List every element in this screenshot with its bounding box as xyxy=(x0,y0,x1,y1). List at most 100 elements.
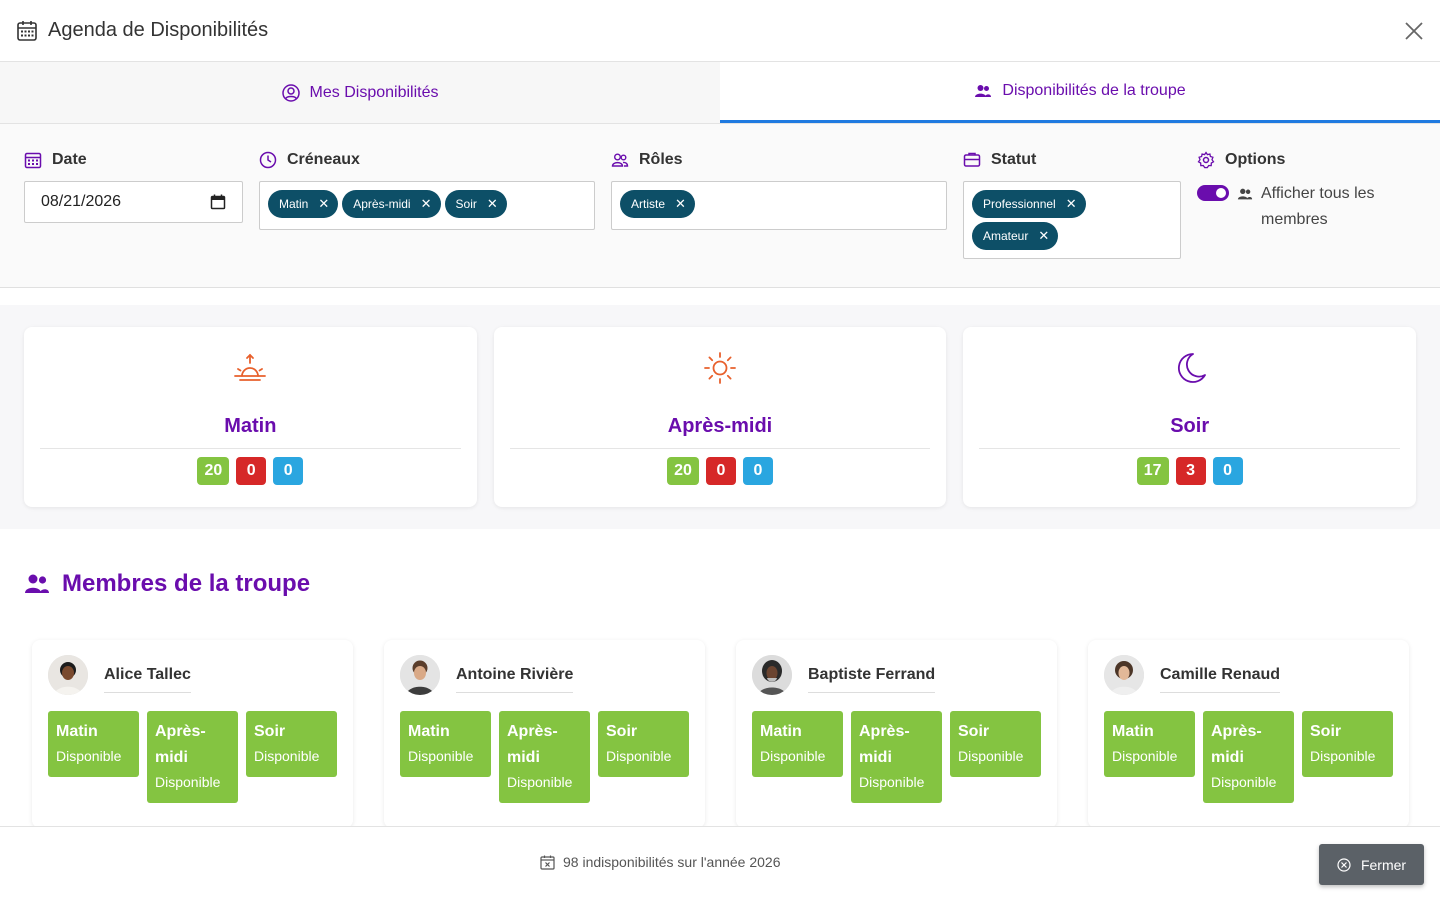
summary-slot-name: Soir xyxy=(1170,415,1210,437)
fermer-button[interactable]: Fermer xyxy=(1319,844,1424,885)
close-circle-icon xyxy=(1337,857,1351,872)
clock-icon xyxy=(259,151,277,169)
slot-apres-midi: Après-midi Disponible xyxy=(1203,711,1294,803)
summary-slot-name: Après-midi xyxy=(667,415,773,437)
unavailable-count-badge: 0 xyxy=(236,457,267,485)
slot-soir: Soir Disponible xyxy=(598,711,689,777)
member-card: Antoine Rivière Matin Disponible Après-mi… xyxy=(384,640,705,828)
users-icon xyxy=(975,85,992,97)
avatar xyxy=(400,655,440,695)
unavailable-count-badge: 0 xyxy=(705,457,736,485)
modal-header: Agenda de Disponibilités xyxy=(0,0,1440,62)
other-count-badge: 0 xyxy=(273,457,304,485)
slot-soir: Soir Disponible xyxy=(950,711,1041,777)
sun-icon xyxy=(701,349,739,387)
slot-matin: Matin Disponible xyxy=(400,711,491,777)
chip-apres-midi: Après-midi ✕ xyxy=(342,190,441,218)
slot-apres-midi: Après-midi Disponible xyxy=(851,711,942,803)
toggle-label: Afficher tous les membres xyxy=(1261,185,1375,228)
calendar-icon xyxy=(16,20,38,42)
summary-badges: 17 3 0 xyxy=(1136,457,1243,485)
available-count-badge: 20 xyxy=(197,457,230,485)
remove-chip-icon[interactable]: ✕ xyxy=(421,196,432,212)
remove-chip-icon[interactable]: ✕ xyxy=(675,196,686,212)
avatar xyxy=(752,655,792,695)
member-name: Camille Renaud xyxy=(1160,666,1281,693)
remove-chip-icon[interactable]: ✕ xyxy=(1066,196,1077,212)
slot-apres-midi: Après-midi Disponible xyxy=(147,711,238,803)
member-card: Camille Renaud Matin Disponible Après-mid… xyxy=(1088,640,1409,828)
summary-badges: 20 0 0 xyxy=(667,457,773,485)
filter-statut: Statut Professionnel ✕ Amateur ✕ xyxy=(963,148,1181,287)
filter-label: Statut xyxy=(963,148,1181,172)
available-count-badge: 17 xyxy=(1136,457,1169,485)
roles-multiselect[interactable]: Artiste ✕ xyxy=(611,181,947,230)
id-card-icon xyxy=(963,152,981,167)
tab-bar: Mes Disponibilités Disponibilités de la … xyxy=(0,62,1440,124)
filter-date: Date 08/21/2026 xyxy=(24,148,243,287)
summary-section: Matin 20 0 0 Après-midi 20 0 0 Soir 17 3… xyxy=(0,305,1440,529)
tab-mes-disponibilites[interactable]: Mes Disponibilités xyxy=(0,62,720,123)
users-outline-icon xyxy=(611,153,629,167)
member-name: Baptiste Ferrand xyxy=(808,666,936,693)
user-circle-icon xyxy=(281,83,300,102)
other-count-badge: 0 xyxy=(1212,457,1243,485)
calendar-icon xyxy=(24,152,42,169)
tab-label: Mes Disponibilités xyxy=(309,83,439,101)
remove-chip-icon[interactable]: ✕ xyxy=(1038,228,1049,244)
chip-matin: Matin ✕ xyxy=(268,190,339,218)
member-name: Antoine Rivière xyxy=(456,666,574,693)
other-count-badge: 0 xyxy=(742,457,773,485)
summary-card-matin: Matin 20 0 0 xyxy=(24,327,477,507)
member-card: Baptiste Ferrand Matin Disponible Après-m… xyxy=(736,640,1057,828)
members-grid: Alice Tallec Matin Disponible Après-midi D… xyxy=(32,640,1409,828)
unavailable-count-badge: 3 xyxy=(1175,457,1206,485)
modal-title: Agenda de Disponibilités xyxy=(48,19,269,41)
calendar-picker-icon[interactable] xyxy=(210,194,226,210)
chip-artiste: Artiste ✕ xyxy=(620,190,695,218)
remove-chip-icon[interactable]: ✕ xyxy=(487,196,498,212)
summary-card-soir: Soir 17 3 0 xyxy=(963,327,1417,507)
filter-creneaux: Créneaux Matin ✕ Après-midi ✕ Soir ✕ xyxy=(259,148,595,287)
gear-icon xyxy=(1197,151,1215,169)
filter-label: Rôles xyxy=(611,148,947,172)
date-input[interactable]: 08/21/2026 xyxy=(24,181,243,223)
filters-bar: Date 08/21/2026 Créneaux Matin ✕ Après-mi… xyxy=(0,124,1440,288)
summary-slot-name: Matin xyxy=(224,415,277,437)
summary-badges: 20 0 0 xyxy=(197,457,304,485)
filter-label: Créneaux xyxy=(259,148,595,172)
slot-apres-midi: Après-midi Disponible xyxy=(499,711,590,803)
chip-professionnel: Professionnel ✕ xyxy=(972,190,1086,218)
filter-roles: Rôles Artiste ✕ xyxy=(611,148,947,287)
member-card: Alice Tallec Matin Disponible Après-midi D… xyxy=(32,640,353,828)
filter-options: Options Afficher tous les membres xyxy=(1197,148,1397,287)
moon-icon xyxy=(1171,349,1209,387)
members-section-title: Membres de la troupe xyxy=(24,570,310,598)
filter-label: Date xyxy=(24,148,243,172)
chip-soir: Soir ✕ xyxy=(444,190,507,218)
slot-matin: Matin Disponible xyxy=(752,711,843,777)
slot-matin: Matin Disponible xyxy=(1104,711,1195,777)
summary-card-apres-midi: Après-midi 20 0 0 xyxy=(493,327,947,507)
available-count-badge: 20 xyxy=(667,457,699,485)
tab-disponibilites-troupe[interactable]: Disponibilités de la troupe xyxy=(720,62,1440,123)
statut-multiselect[interactable]: Professionnel ✕ Amateur ✕ xyxy=(963,181,1181,259)
slot-soir: Soir Disponible xyxy=(246,711,337,777)
users-icon xyxy=(25,574,49,593)
filter-label: Options xyxy=(1197,148,1397,172)
avatar xyxy=(48,655,88,695)
slot-matin: Matin Disponible xyxy=(48,711,139,777)
calendar-x-icon xyxy=(540,855,555,870)
modal-footer: 98 indisponibilités sur l'année 2026 Fer… xyxy=(0,826,1440,900)
close-icon[interactable] xyxy=(1404,21,1424,41)
remove-chip-icon[interactable]: ✕ xyxy=(318,196,329,212)
unavailability-info: 98 indisponibilités sur l'année 2026 xyxy=(540,854,781,870)
users-icon xyxy=(1237,188,1253,200)
avatar xyxy=(1104,655,1144,695)
sunrise-icon xyxy=(231,349,269,387)
show-all-members-toggle[interactable] xyxy=(1197,185,1229,201)
show-all-members-option: Afficher tous les membres xyxy=(1197,181,1397,233)
creneaux-multiselect[interactable]: Matin ✕ Après-midi ✕ Soir ✕ xyxy=(259,181,595,230)
chip-amateur: Amateur ✕ xyxy=(972,222,1059,250)
slot-soir: Soir Disponible xyxy=(1302,711,1393,777)
